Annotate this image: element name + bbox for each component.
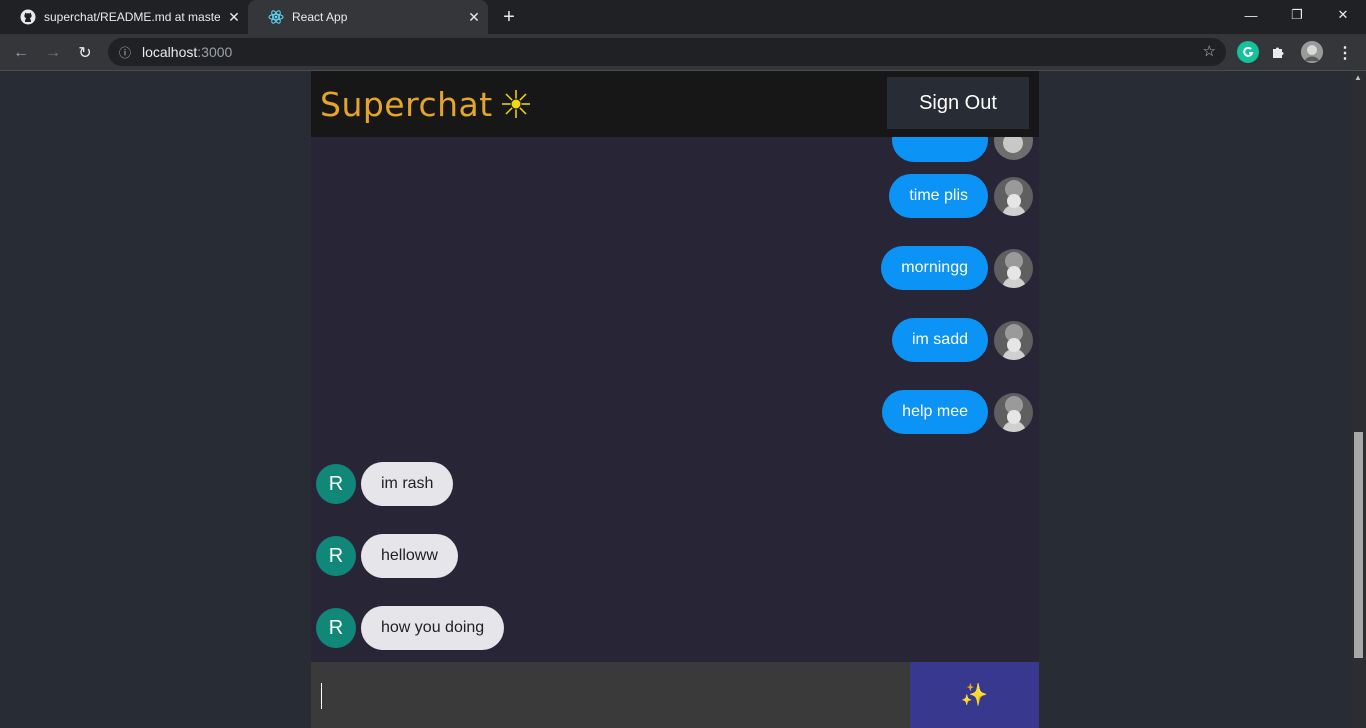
new-tab-button[interactable]: + [496, 4, 522, 30]
site-info-icon[interactable]: ⓘ [108, 44, 142, 61]
message-form: ✨ [311, 662, 1039, 728]
message-bubble: morningg [881, 246, 988, 290]
message-received: R how you doing [316, 606, 505, 650]
react-icon [268, 9, 284, 25]
tab-title: superchat/README.md at master [44, 10, 220, 24]
forward-icon[interactable]: → [40, 40, 66, 66]
reload-icon[interactable]: ↻ [72, 40, 98, 66]
message-bubble: time plis [889, 174, 988, 218]
message-bubble [892, 137, 988, 162]
message-bubble: help mee [882, 390, 988, 434]
tab-title: React App [292, 10, 348, 24]
text-caret [321, 683, 322, 709]
close-tab-icon[interactable]: ✕ [220, 9, 248, 26]
user-avatar [994, 176, 1033, 216]
message-bubble: how you doing [361, 606, 505, 650]
restore-window-icon[interactable]: ❐ [1274, 0, 1320, 30]
url-port: :3000 [197, 44, 233, 60]
message-sent: im sadd [891, 318, 1033, 362]
address-bar[interactable]: ⓘ localhost:3000 ☆ [108, 38, 1226, 66]
close-tab-icon[interactable]: ✕ [460, 9, 488, 26]
app-header: Superchat Sign Out [311, 71, 1039, 137]
browser-menu-icon[interactable]: ⋮ [1332, 40, 1358, 66]
user-avatar [994, 248, 1033, 288]
message-input[interactable] [311, 662, 910, 728]
page-scrollbar[interactable]: ▲ [1351, 71, 1366, 728]
user-avatar [994, 320, 1033, 360]
user-avatar [994, 392, 1033, 432]
extensions-puzzle-icon[interactable] [1268, 41, 1290, 63]
tab-github-readme[interactable]: superchat/README.md at master ✕ [0, 0, 248, 34]
message-received: R helloww [316, 534, 458, 578]
message-sent: time plis [889, 174, 1033, 218]
chat-app: Superchat Sign Out time plis morningg im… [311, 71, 1039, 728]
app-title: Superchat [320, 84, 493, 124]
page-viewport: Superchat Sign Out time plis morningg im… [0, 71, 1366, 728]
message-bubble: im rash [361, 462, 454, 506]
bookmark-star-icon[interactable]: ☆ [1203, 42, 1216, 60]
sender-avatar: R [316, 608, 356, 648]
browser-toolbar: ← → ↻ ⓘ localhost:3000 ☆ ⋮ [0, 34, 1366, 71]
tab-react-app[interactable]: React App ✕ [248, 0, 488, 34]
close-window-icon[interactable]: ✕ [1320, 0, 1366, 30]
url-host: localhost [142, 44, 198, 60]
message-received: R im rash [316, 462, 454, 506]
message-sent: help mee [882, 390, 1033, 434]
minimize-window-icon[interactable]: — [1228, 0, 1274, 30]
sign-out-button[interactable]: Sign Out [887, 77, 1029, 129]
browser-tabstrip: superchat/README.md at master ✕ React Ap… [0, 0, 1366, 34]
sparkles-icon: ✨ [960, 682, 989, 707]
scroll-up-arrow-icon[interactable]: ▲ [1354, 73, 1363, 82]
scrollbar-thumb[interactable] [1354, 432, 1363, 658]
sender-avatar: R [316, 464, 356, 504]
message-sent: morningg [881, 246, 1033, 290]
message-sent-partial [892, 137, 1033, 162]
user-avatar [994, 137, 1033, 160]
back-icon[interactable]: ← [8, 40, 34, 66]
url-text: localhost:3000 [142, 44, 232, 60]
sender-avatar: R [316, 536, 356, 576]
message-list: time plis morningg im sadd help mee R im… [311, 137, 1039, 662]
github-icon [20, 9, 36, 25]
profile-avatar-icon[interactable] [1301, 41, 1323, 63]
sparkle-burst-icon [500, 89, 531, 119]
message-bubble: im sadd [891, 318, 988, 362]
message-bubble: helloww [361, 534, 458, 578]
send-button[interactable]: ✨ [910, 662, 1039, 728]
grammarly-extension-icon[interactable] [1237, 41, 1259, 63]
